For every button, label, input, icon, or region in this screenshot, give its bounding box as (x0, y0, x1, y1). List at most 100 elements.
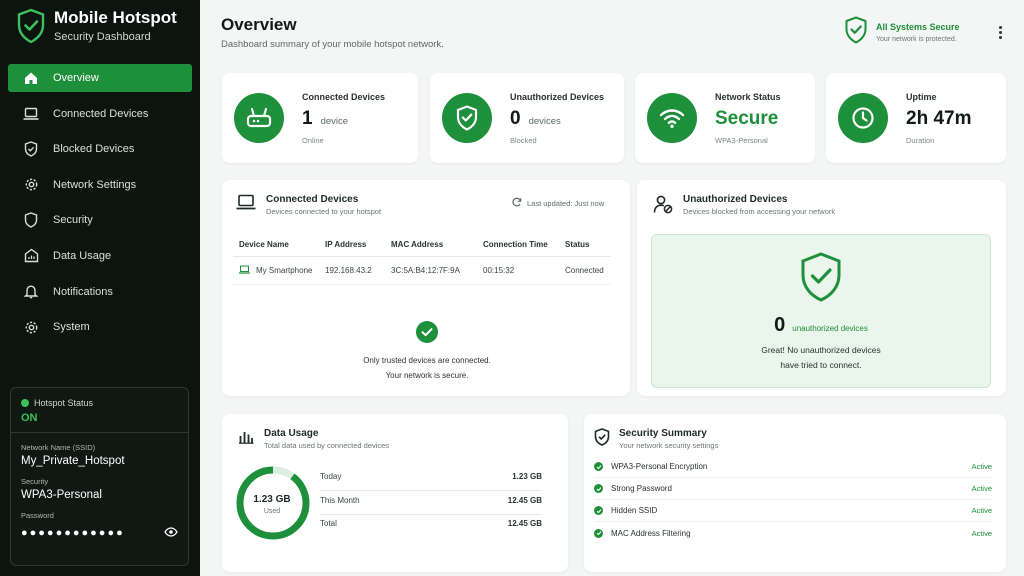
usage-row-month: This Month 12.45 GB (320, 496, 542, 515)
sidebar-item-system[interactable]: System (8, 313, 192, 341)
table-row[interactable]: My Smartphone 192.168.43.2 3C:5A:B4:12:7… (233, 256, 611, 285)
ssid-label: Network Name (SSID) (21, 443, 96, 452)
connected-devices-table: Device Name IP Address MAC Address Conne… (233, 234, 611, 285)
brand-subtitle: Security Dashboard (54, 31, 151, 43)
status-badge: Active (971, 462, 992, 471)
gear-icon (22, 176, 40, 194)
sidebar-item-network-settings[interactable]: Network Settings (8, 171, 192, 199)
user-blocked-icon (653, 194, 673, 219)
stat-label: Network Status (715, 91, 781, 102)
security-item-label: Strong Password (611, 484, 672, 493)
status-dot (21, 399, 29, 407)
gear-icon (22, 318, 40, 336)
shield-check-icon (799, 251, 843, 308)
stat-sub: Duration (906, 135, 935, 145)
unauthorized-devices-panel: Unauthorized Devices Devices blocked fro… (637, 180, 1006, 396)
column-header: IP Address (319, 234, 385, 257)
check-icon (594, 462, 603, 471)
unauthorized-unit: unauthorized devices (792, 324, 868, 333)
column-header: Device Name (233, 234, 319, 257)
security-list: WPA3-Personal Encryption Active Strong P… (594, 456, 992, 544)
stat-value: 2h 47m (906, 107, 972, 129)
main-content: Overview Dashboard summary of your mobil… (200, 0, 1024, 576)
stat-label: Connected Devices (302, 91, 386, 102)
usage-row-today: Today 1.23 GB (320, 472, 542, 491)
laptop-icon (236, 194, 256, 215)
list-item: Hidden SSID Active (594, 500, 992, 522)
column-header: MAC Address (385, 234, 477, 257)
check-icon (594, 528, 603, 538)
column-header: Status (559, 234, 611, 257)
usage-label: Today (320, 472, 342, 481)
hotspot-status-label: Hotspot Status (34, 398, 94, 408)
security-value: WPA3-Personal (21, 489, 102, 501)
page-subtitle: Dashboard summary of your mobile hotspot… (221, 39, 444, 50)
last-updated: Last updated: Just now (512, 197, 604, 209)
bar-chart-icon (238, 428, 254, 449)
system-status-title: All Systems Secure (876, 22, 960, 32)
stat-label: Unauthorized Devices (510, 91, 605, 102)
stat-unit: device (320, 115, 349, 127)
sidebar-item-overview[interactable]: Overview (8, 64, 192, 92)
device-connection-time: 00:15:32 (477, 256, 559, 285)
check-circle-icon (416, 321, 438, 348)
shield-icon (22, 140, 40, 158)
section-subtitle: Devices connected to your hotspot (266, 207, 382, 216)
page-title: Overview (221, 15, 297, 34)
sidebar-item-label: Data Usage (53, 249, 112, 262)
stat-unit: devices (528, 115, 561, 127)
stat-label: Uptime (906, 91, 937, 102)
sidebar-item-notifications[interactable]: Notifications (8, 278, 192, 306)
home-icon (22, 69, 40, 87)
password-label: Password (21, 511, 54, 520)
section-subtitle: Total data used by connected devices (264, 441, 390, 450)
sidebar-item-label: Network Settings (53, 178, 137, 191)
section-subtitle: Your network security settings (619, 441, 719, 450)
more-options-button[interactable] (992, 20, 1008, 44)
data-usage-icon (22, 247, 40, 265)
column-header: Connection Time (477, 234, 559, 257)
unauthorized-message-line2: have tried to connect. (780, 360, 862, 370)
sidebar-item-security[interactable]: Security (8, 206, 192, 234)
list-item: WPA3-Personal Encryption Active (594, 456, 992, 478)
stat-sub: WPA3-Personal (715, 135, 768, 145)
check-icon (594, 484, 603, 493)
shield-check-icon (16, 8, 46, 44)
sidebar-item-connected-devices[interactable]: Connected Devices (8, 100, 192, 128)
device-ip: 192.168.43.2 (319, 256, 385, 285)
usage-label: This Month (320, 496, 360, 505)
stat-value: Secure (715, 107, 779, 129)
clock-icon (838, 93, 888, 143)
check-icon (594, 506, 603, 515)
sidebar-item-blocked-devices[interactable]: Blocked Devices (8, 135, 192, 163)
sidebar-item-label: Security (53, 214, 93, 227)
sidebar-nav: Overview Connected Devices Blocked Devic… (8, 64, 192, 349)
hotspot-status-card: Hotspot Status ON Network Name (SSID) My… (10, 387, 189, 566)
usage-row-total: Total 12.45 GB (320, 519, 542, 537)
refresh-icon[interactable] (512, 197, 522, 209)
eye-icon[interactable] (164, 524, 178, 542)
device-mac: 3C:5A:B4:12:7F:9A (385, 256, 477, 285)
stat-card-unauthorized-devices: Unauthorized Devices 0 devices Blocked (430, 73, 624, 163)
bell-icon (22, 283, 40, 301)
usage-label: Total (320, 519, 337, 528)
last-updated-text: Last updated: Just now (527, 198, 605, 208)
stat-card-connected-devices: Connected Devices 1 device Online (222, 73, 418, 163)
stat-sub: Online (302, 135, 324, 145)
sidebar-item-label: Connected Devices (53, 107, 149, 120)
list-item: MAC Address Filtering Active (594, 522, 992, 544)
shield-check-icon (844, 16, 868, 49)
security-item-label: Hidden SSID (611, 506, 658, 515)
device-name: My Smartphone (256, 265, 313, 275)
security-item-label: WPA3-Personal Encryption (611, 462, 708, 471)
brand-title: Mobile Hotspot (54, 8, 177, 27)
device-status: Connected (559, 256, 611, 285)
stat-card-network-status: Network Status Secure WPA3-Personal (635, 73, 815, 163)
sidebar: Mobile Hotspot Security Dashboard Overvi… (0, 0, 200, 576)
connected-devices-panel: Connected Devices Devices connected to y… (222, 180, 630, 396)
stat-card-uptime: Uptime 2h 47m Duration (826, 73, 1006, 163)
wifi-icon (647, 93, 697, 143)
sidebar-item-data-usage[interactable]: Data Usage (8, 242, 192, 270)
stat-value: 0 (510, 107, 521, 129)
shield-icon (22, 211, 40, 229)
